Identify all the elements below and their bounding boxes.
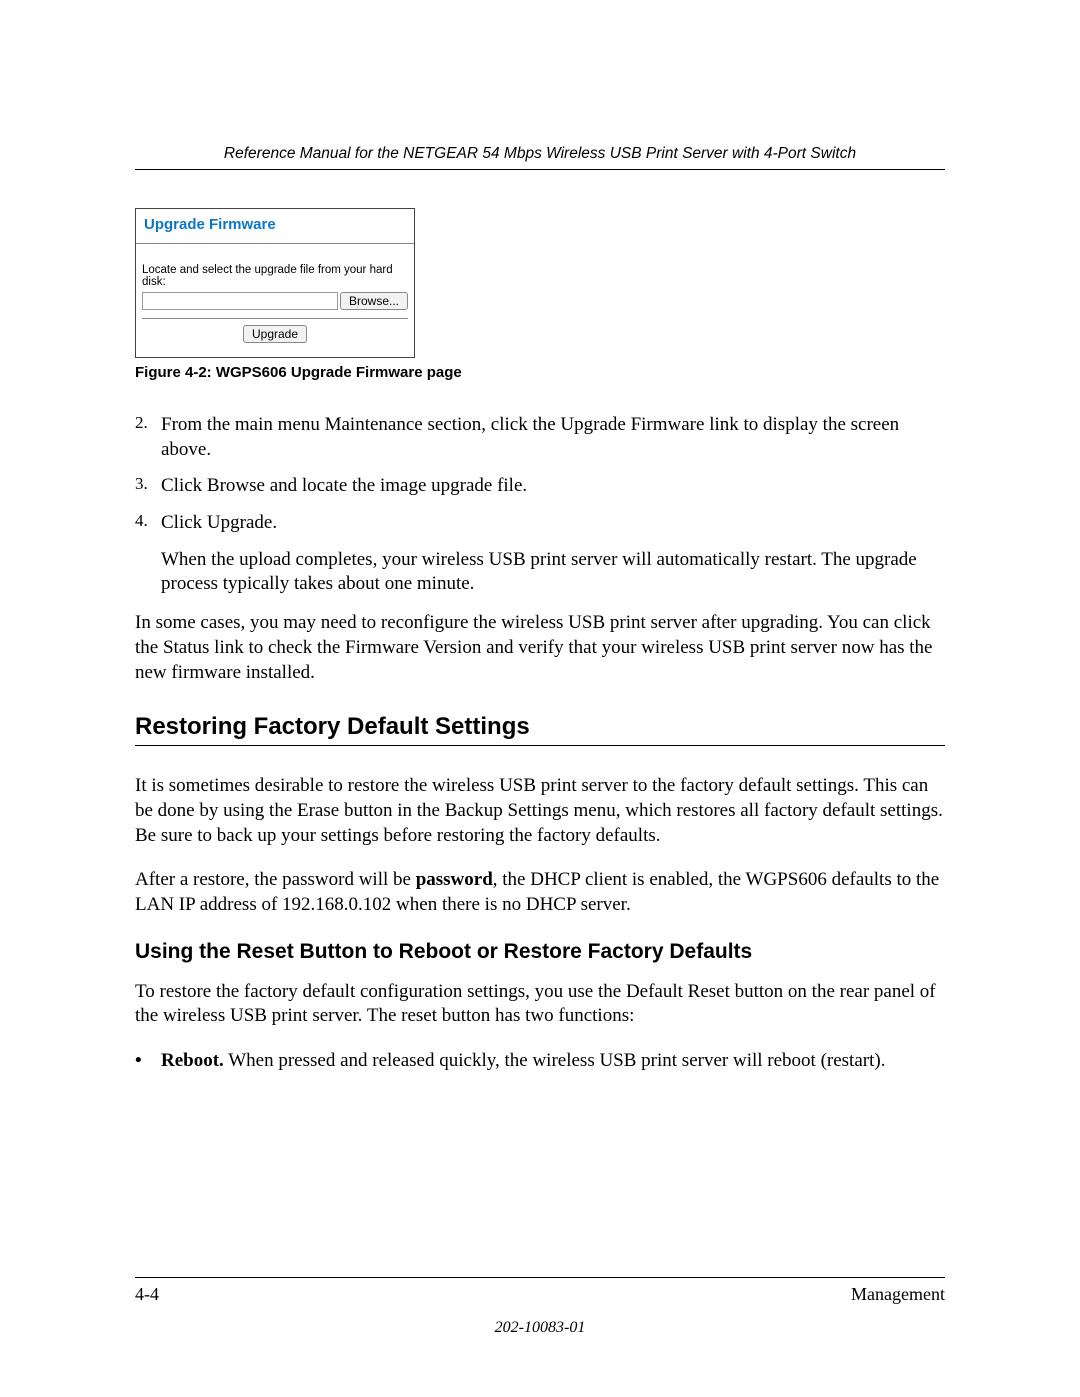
page-footer: 4-4 Management bbox=[135, 1277, 945, 1305]
page-number: 4-4 bbox=[135, 1284, 159, 1305]
step-number: 4. bbox=[135, 511, 161, 536]
instruction-steps: 2. From the main menu Maintenance sectio… bbox=[135, 413, 945, 536]
body-paragraph: After a restore, the password will be pa… bbox=[135, 868, 945, 917]
upgrade-firmware-title: Upgrade Firmware bbox=[136, 209, 414, 243]
figure-caption: Figure 4-2: WGPS606 Upgrade Firmware pag… bbox=[135, 364, 945, 381]
section-heading-restore: Restoring Factory Default Settings bbox=[135, 713, 945, 746]
document-number: 202-10083-01 bbox=[0, 1319, 1080, 1337]
running-header: Reference Manual for the NETGEAR 54 Mbps… bbox=[135, 145, 945, 170]
body-paragraph: It is sometimes desirable to restore the… bbox=[135, 774, 945, 848]
bullet-bold-lead: Reboot. bbox=[161, 1050, 224, 1071]
step-text: Click Browse and locate the image upgrad… bbox=[161, 474, 527, 499]
locate-instruction: Locate and select the upgrade file from … bbox=[142, 264, 408, 288]
body-paragraph: To restore the factory default configura… bbox=[135, 980, 945, 1029]
bold-password: password bbox=[416, 869, 493, 890]
step-number: 2. bbox=[135, 413, 161, 462]
text-run: When pressed and released quickly, the w… bbox=[224, 1050, 886, 1071]
step-text: From the main menu Maintenance section, … bbox=[161, 413, 945, 462]
upgrade-button[interactable]: Upgrade bbox=[243, 325, 307, 343]
bullet-text: Reboot. When pressed and released quickl… bbox=[161, 1049, 885, 1074]
subsection-heading-reset-button: Using the Reset Button to Reboot or Rest… bbox=[135, 940, 945, 964]
text-run: After a restore, the password will be bbox=[135, 869, 416, 890]
upgrade-firmware-screenshot: Upgrade Firmware Locate and select the u… bbox=[135, 208, 415, 358]
chapter-name: Management bbox=[851, 1284, 945, 1305]
step-number: 3. bbox=[135, 474, 161, 499]
step-continuation: When the upload completes, your wireless… bbox=[161, 548, 945, 597]
bullet-list: • Reboot. When pressed and released quic… bbox=[135, 1049, 945, 1074]
browse-button[interactable]: Browse... bbox=[340, 292, 408, 310]
step-text: Click Upgrade. bbox=[161, 511, 277, 536]
firmware-file-input[interactable] bbox=[142, 292, 338, 310]
bullet-dot: • bbox=[135, 1049, 161, 1074]
body-paragraph: In some cases, you may need to reconfigu… bbox=[135, 611, 945, 685]
